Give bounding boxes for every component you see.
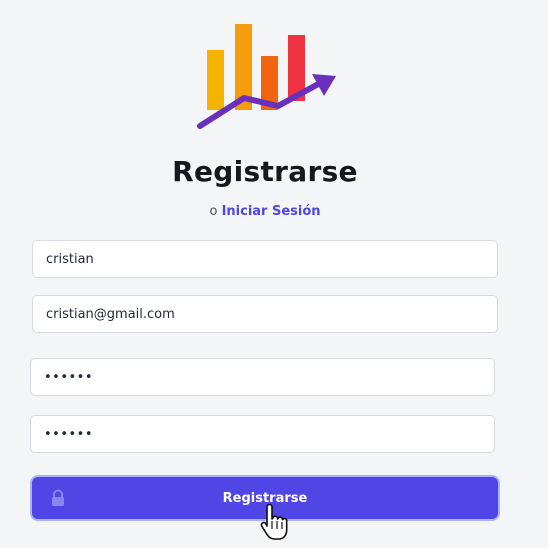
hand-pointer-cursor-icon bbox=[260, 503, 288, 540]
email-field[interactable]: cristian@gmail.com bbox=[32, 295, 498, 333]
register-page: Registrarse o Iniciar Sesión cristian cr… bbox=[0, 0, 548, 548]
email-field-value: cristian@gmail.com bbox=[46, 306, 175, 322]
name-field-value: cristian bbox=[46, 251, 94, 267]
login-link[interactable]: Iniciar Sesión bbox=[222, 204, 321, 219]
confirm-password-field-value: •••••• bbox=[44, 426, 94, 442]
lock-icon bbox=[52, 489, 64, 506]
app-logo-icon bbox=[197, 24, 336, 129]
confirm-password-field[interactable]: •••••• bbox=[30, 415, 495, 453]
page-title: Registrarse bbox=[172, 155, 358, 188]
password-field[interactable]: •••••• bbox=[30, 358, 495, 396]
login-prompt: o Iniciar Sesión bbox=[0, 204, 530, 219]
password-field-value: •••••• bbox=[44, 369, 94, 385]
name-field[interactable]: cristian bbox=[32, 240, 498, 278]
login-prompt-prefix: o bbox=[209, 204, 218, 219]
